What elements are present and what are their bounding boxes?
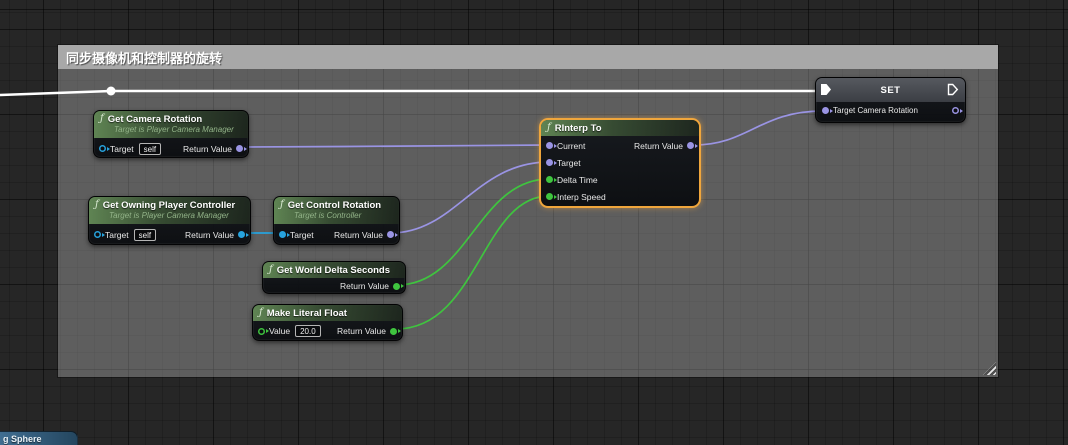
value-field[interactable]: 20.0 (295, 325, 321, 337)
blueprint-graph-canvas[interactable]: 同步摄像机和控制器的旋转 ƒ Get Camera Rotation Targe… (0, 0, 1068, 445)
function-icon: ƒ (280, 200, 284, 210)
return-value-pin[interactable] (236, 145, 243, 152)
node-title: RInterp To (555, 123, 602, 134)
node-partial-sphere[interactable]: g Sphere (0, 431, 78, 445)
return-pin-label: Return Value (337, 326, 386, 336)
target-pin[interactable] (94, 231, 101, 238)
target-pin[interactable] (546, 159, 553, 166)
function-icon: ƒ (259, 308, 263, 318)
node-get-world-delta-seconds[interactable]: ƒ Get World Delta Seconds Return Value (262, 261, 406, 294)
node-title: Get Camera Rotation (108, 114, 203, 125)
return-pin-label: Return Value (340, 281, 389, 291)
node-subtitle: Target is Player Camera Manager (114, 125, 242, 136)
function-icon: ƒ (100, 114, 104, 124)
node-rinterp-to[interactable]: ƒ RInterp To Current Target Delt (539, 118, 701, 208)
target-pin[interactable] (99, 145, 106, 152)
value-pin-label: Value (269, 326, 290, 336)
node-title: Make Literal Float (267, 308, 347, 319)
return-pin-label: Return Value (634, 141, 683, 151)
delta-time-pin[interactable] (546, 176, 553, 183)
target-pin-label: Target (290, 230, 314, 240)
node-get-camera-rotation[interactable]: ƒ Get Camera Rotation Target is Player C… (93, 110, 249, 158)
delta-time-pin-label: Delta Time (557, 175, 598, 185)
return-value-pin[interactable] (687, 142, 694, 149)
function-icon: ƒ (547, 123, 551, 133)
value-pin[interactable] (258, 328, 265, 335)
function-icon: ƒ (269, 265, 273, 275)
node-subtitle: Target is Player Camera Manager (109, 211, 244, 222)
node-get-owning-player-controller[interactable]: ƒ Get Owning Player Controller Target is… (88, 196, 251, 245)
target-camera-rotation-out-pin[interactable] (952, 107, 959, 114)
target-self-field[interactable]: self (134, 229, 156, 241)
node-make-literal-float[interactable]: ƒ Make Literal Float Value 20.0 Return V… (252, 304, 403, 341)
node-get-control-rotation[interactable]: ƒ Get Control Rotation Target is Control… (273, 196, 400, 245)
target-camera-rotation-label: Target Camera Rotation (833, 106, 918, 115)
function-icon: ƒ (95, 200, 99, 210)
interp-speed-pin[interactable] (546, 193, 553, 200)
return-value-pin[interactable] (393, 283, 400, 290)
return-pin-label: Return Value (183, 144, 232, 154)
exec-out-pin[interactable] (947, 83, 959, 101)
node-title: Get Control Rotation (288, 200, 381, 211)
return-pin-label: Return Value (334, 230, 383, 240)
return-value-pin[interactable] (238, 231, 245, 238)
node-subtitle: Target is Controller (294, 211, 393, 222)
comment-title: 同步摄像机和控制器的旋转 (66, 48, 222, 67)
node-set-target-camera-rotation[interactable]: SET Target Camera Rotation (815, 77, 966, 123)
target-pin-label: Target (557, 158, 581, 168)
exec-in-pin[interactable] (821, 84, 831, 95)
target-camera-rotation-in-pin[interactable] (822, 107, 829, 114)
return-pin-label: Return Value (185, 230, 234, 240)
return-value-pin[interactable] (390, 328, 397, 335)
return-value-pin[interactable] (387, 231, 394, 238)
target-pin[interactable] (279, 231, 286, 238)
set-node-title: SET (881, 85, 901, 96)
exec-out-icon (947, 83, 959, 96)
target-self-field[interactable]: self (139, 143, 161, 155)
comment-header[interactable]: 同步摄像机和控制器的旋转 (58, 45, 998, 69)
current-pin-label: Current (557, 141, 585, 151)
current-pin[interactable] (546, 142, 553, 149)
interp-speed-pin-label: Interp Speed (557, 192, 606, 202)
node-title: Get World Delta Seconds (277, 265, 390, 276)
node-title: g Sphere (0, 434, 42, 444)
target-pin-label: Target (105, 230, 129, 240)
target-pin-label: Target (110, 144, 134, 154)
node-title: Get Owning Player Controller (103, 200, 236, 211)
